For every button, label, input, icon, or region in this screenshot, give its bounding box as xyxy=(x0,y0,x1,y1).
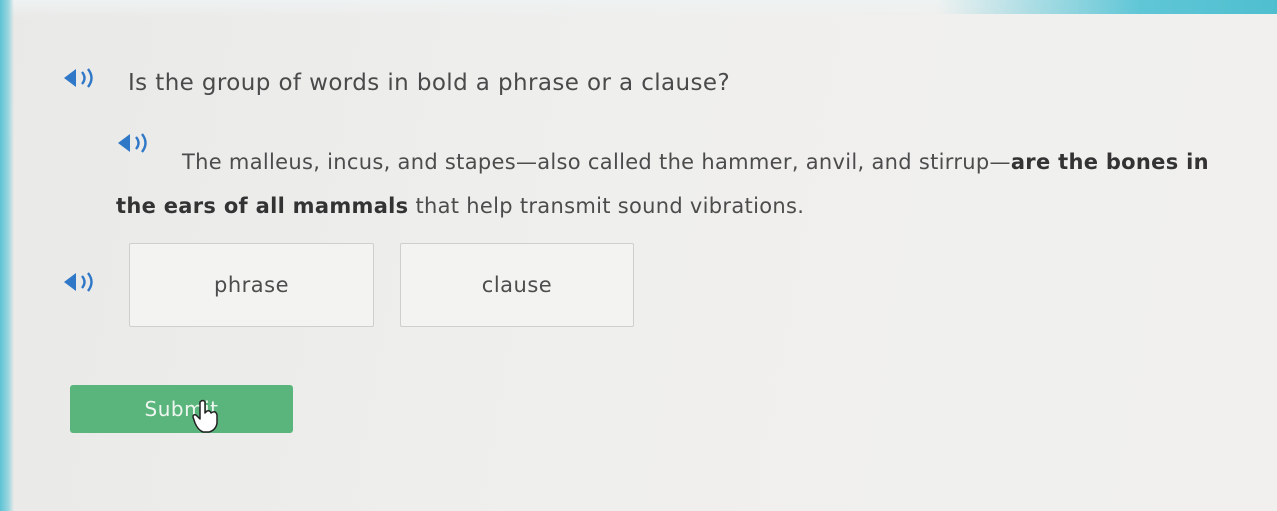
passage-text-after: that help transmit sound vibrations. xyxy=(408,194,805,218)
hand-pointer-cursor-icon xyxy=(190,398,220,434)
submit-button[interactable]: Submit xyxy=(70,385,293,433)
speaker-icon xyxy=(64,272,93,292)
question-speaker-icon[interactable] xyxy=(62,66,108,90)
choice-label: clause xyxy=(481,273,553,297)
passage-text-before: The malleus, incus, and stapes—also call… xyxy=(182,150,1011,174)
practice-page: Is the group of words in bold a phrase o… xyxy=(0,0,1277,511)
left-accent-edge xyxy=(0,0,14,511)
question-text: Is the group of words in bold a phrase o… xyxy=(128,70,731,96)
choice-clause-button[interactable]: clause xyxy=(400,243,634,327)
top-accent-band xyxy=(0,0,1277,18)
choice-phrase-button[interactable]: phrase xyxy=(129,243,374,327)
choices-speaker-icon[interactable] xyxy=(62,270,108,294)
choice-label: phrase xyxy=(213,273,289,297)
speaker-icon xyxy=(64,68,93,88)
passage: The malleus, incus, and stapes—also call… xyxy=(116,140,1226,228)
